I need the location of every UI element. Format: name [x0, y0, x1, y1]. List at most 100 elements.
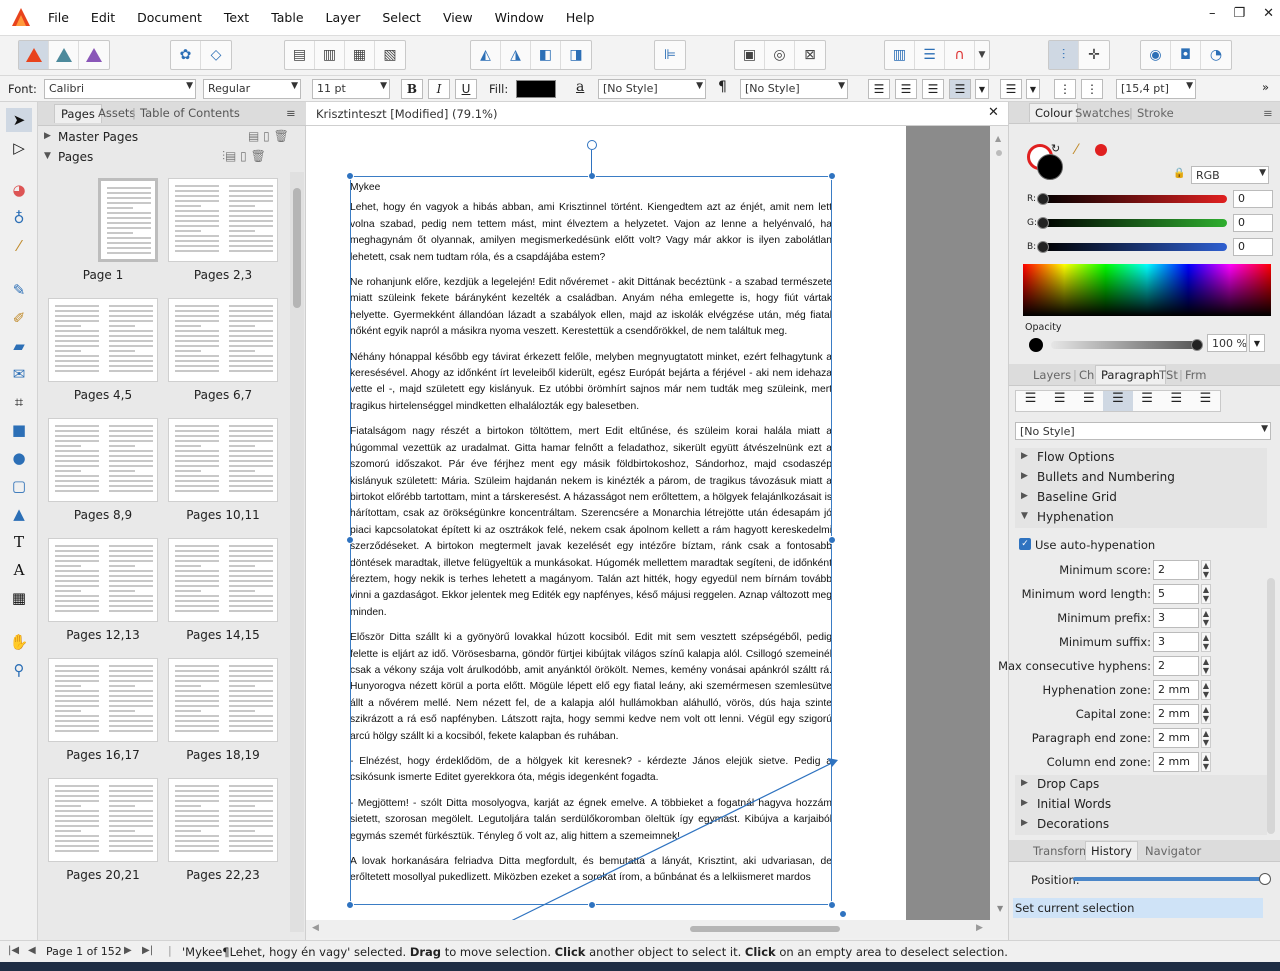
last-page-icon[interactable]: ▶|	[142, 945, 153, 956]
paragraph-style-select[interactable]: [No Style] ▼	[1015, 422, 1271, 440]
eraser-icon[interactable]: ◇	[201, 41, 231, 69]
hyphenation-input[interactable]: 2 mm	[1153, 728, 1199, 748]
spinner-icon[interactable]: ▲ ▼	[1201, 632, 1211, 652]
add-page-icon[interactable]: ⫶▤ ▯ 🗑	[222, 149, 266, 164]
section-bullets-and-numbering[interactable]: ▶ Bullets and Numbering	[1015, 468, 1267, 488]
justify-all-button[interactable]: ☰	[1191, 391, 1220, 411]
r-slider[interactable]	[1041, 195, 1227, 203]
tab-navigator[interactable]: Navigator	[1145, 844, 1201, 858]
ellipse-tool-icon[interactable]: ●	[6, 446, 32, 470]
section-drop-caps[interactable]: ▶ Drop Caps	[1015, 775, 1267, 795]
table-tool-icon[interactable]: ▦	[6, 586, 32, 610]
menu-document[interactable]: Document	[137, 10, 202, 25]
pencil-tool-icon[interactable]: ✐	[6, 306, 32, 330]
page-thumbnail[interactable]	[48, 658, 158, 742]
hyphenation-input[interactable]: 2	[1153, 560, 1199, 580]
menu-layer[interactable]: Layer	[326, 10, 361, 25]
char-style-select[interactable]: [No Style] ▼	[598, 79, 706, 99]
page-thumbnail[interactable]	[48, 298, 158, 382]
tab-transform[interactable]: Transform	[1033, 844, 1090, 858]
settings-cog-icon[interactable]: ✿	[171, 41, 201, 69]
section-decorations[interactable]: ▶ Decorations	[1015, 815, 1267, 835]
tab-stroke[interactable]: Stroke	[1137, 106, 1174, 120]
b-value[interactable]: 0	[1233, 238, 1273, 256]
next-page-icon[interactable]: ▶	[124, 945, 132, 956]
leading-select[interactable]: [15,4 pt] ▼	[1116, 79, 1196, 99]
menu-window[interactable]: Window	[495, 10, 544, 25]
align-icon[interactable]: ⊫	[655, 41, 685, 69]
menu-edit[interactable]: Edit	[91, 10, 115, 25]
font-style-select[interactable]: Regular ▼	[203, 79, 301, 99]
scroll-up-icon[interactable]: ▲	[995, 134, 1001, 143]
chevron-down-icon[interactable]: ▼	[975, 79, 989, 99]
zoom-tool-icon[interactable]: ⚲	[6, 658, 32, 682]
hyphenation-input[interactable]: 2	[1153, 656, 1199, 676]
align-right-button[interactable]: ☰	[922, 79, 944, 99]
hyphenation-input[interactable]: 5	[1153, 584, 1199, 604]
add-shape-icon[interactable]: ◉	[1141, 41, 1171, 69]
section-flow-options[interactable]: ▶ Flow Options	[1015, 448, 1267, 468]
publisher-persona-icon[interactable]	[19, 41, 49, 69]
artistic-text-tool-icon[interactable]: A	[6, 558, 32, 582]
move-backward-icon[interactable]: ▥	[315, 41, 345, 69]
hyphenation-input[interactable]: 3	[1153, 632, 1199, 652]
menu-table[interactable]: Table	[271, 10, 303, 25]
bold-button[interactable]: B	[401, 79, 423, 99]
crop-tool-icon[interactable]: ⌗	[6, 390, 32, 414]
opacity-slider-knob[interactable]	[1191, 339, 1203, 351]
pages-row[interactable]: ▼ Pages ⫶▤ ▯ 🗑	[38, 148, 306, 168]
menu-view[interactable]: View	[443, 10, 473, 25]
node-tool-icon[interactable]: ▷	[6, 136, 32, 160]
tab-table-of-contents[interactable]: Table of Contents	[140, 106, 240, 120]
opacity-value[interactable]: 100 %	[1207, 334, 1247, 352]
numbering-button[interactable]: ⋮	[1081, 79, 1103, 99]
spinner-icon[interactable]: ▲ ▼	[1201, 656, 1211, 676]
page-indicator[interactable]: Page 1 of 152	[46, 945, 122, 958]
g-slider-knob[interactable]	[1037, 217, 1049, 229]
canvas-horizontal-scrollbar[interactable]: ◀ ▶	[306, 920, 1008, 938]
tab-layers[interactable]: Layers	[1033, 368, 1071, 382]
align-center-button[interactable]: ☰	[895, 79, 917, 99]
hyphenation-input[interactable]: 3	[1153, 608, 1199, 628]
canvas-vertical-scrollbar[interactable]: ▲	[990, 126, 1008, 920]
indent-button[interactable]: ☰	[1000, 79, 1022, 99]
menu-select[interactable]: Select	[382, 10, 421, 25]
auto-hyphenation-checkbox[interactable]: ✓	[1019, 538, 1031, 550]
flip-vertical-icon[interactable]: ◮	[501, 41, 531, 69]
hyphenation-input[interactable]: 2 mm	[1153, 752, 1199, 772]
baseline-icon[interactable]: ☰	[915, 41, 945, 69]
document-tab-title[interactable]: Krisztinteszt [Modified] (79.1%)	[316, 107, 497, 121]
picked-colour-swatch[interactable]	[1095, 144, 1107, 156]
picture-frame-icon[interactable]: ◎	[765, 41, 795, 69]
chevron-down-icon[interactable]: ▼	[1249, 334, 1265, 352]
snap-icon[interactable]: ⫶	[1049, 41, 1079, 69]
history-position-slider[interactable]	[1073, 877, 1263, 881]
page-thumbnail[interactable]	[48, 778, 158, 862]
empty-frame-icon[interactable]: ⊠	[795, 41, 825, 69]
colour-spectrum[interactable]	[1023, 264, 1271, 316]
b-slider[interactable]	[1041, 243, 1227, 251]
opacity-slider[interactable]	[1051, 341, 1199, 349]
bullets-button[interactable]: ⋮	[1054, 79, 1076, 99]
spinner-icon[interactable]: ▲ ▼	[1201, 680, 1211, 700]
page-thumbnail[interactable]	[168, 538, 278, 622]
picture-frame-tool-icon[interactable]: ▰	[6, 334, 32, 358]
first-page-icon[interactable]: |◀	[8, 945, 19, 956]
minimize-button[interactable]: –	[1209, 6, 1216, 21]
lock-icon[interactable]: 🔒	[1173, 168, 1185, 179]
magnet-icon[interactable]: ∩	[945, 41, 975, 69]
page-thumbnail[interactable]	[48, 538, 158, 622]
handle-top-center[interactable]	[588, 172, 596, 180]
section-hyphenation[interactable]: ▼ Hyphenation	[1015, 508, 1267, 528]
spinner-icon[interactable]: ▲ ▼	[1201, 752, 1211, 772]
move-forward-icon[interactable]: ▦	[345, 41, 375, 69]
r-value[interactable]: 0	[1233, 190, 1273, 208]
spinner-icon[interactable]: ▲ ▼	[1201, 704, 1211, 724]
justify-center-button[interactable]: ☰	[1133, 391, 1162, 411]
underline-button[interactable]: U	[455, 79, 477, 99]
panel-menu-icon[interactable]: ≡	[1263, 106, 1273, 120]
flip-horizontal-icon[interactable]: ◭	[471, 41, 501, 69]
handle-top-right[interactable]	[828, 172, 836, 180]
colour-model-select[interactable]: RGB ▼	[1191, 166, 1269, 184]
handle-middle-left[interactable]	[346, 536, 354, 544]
